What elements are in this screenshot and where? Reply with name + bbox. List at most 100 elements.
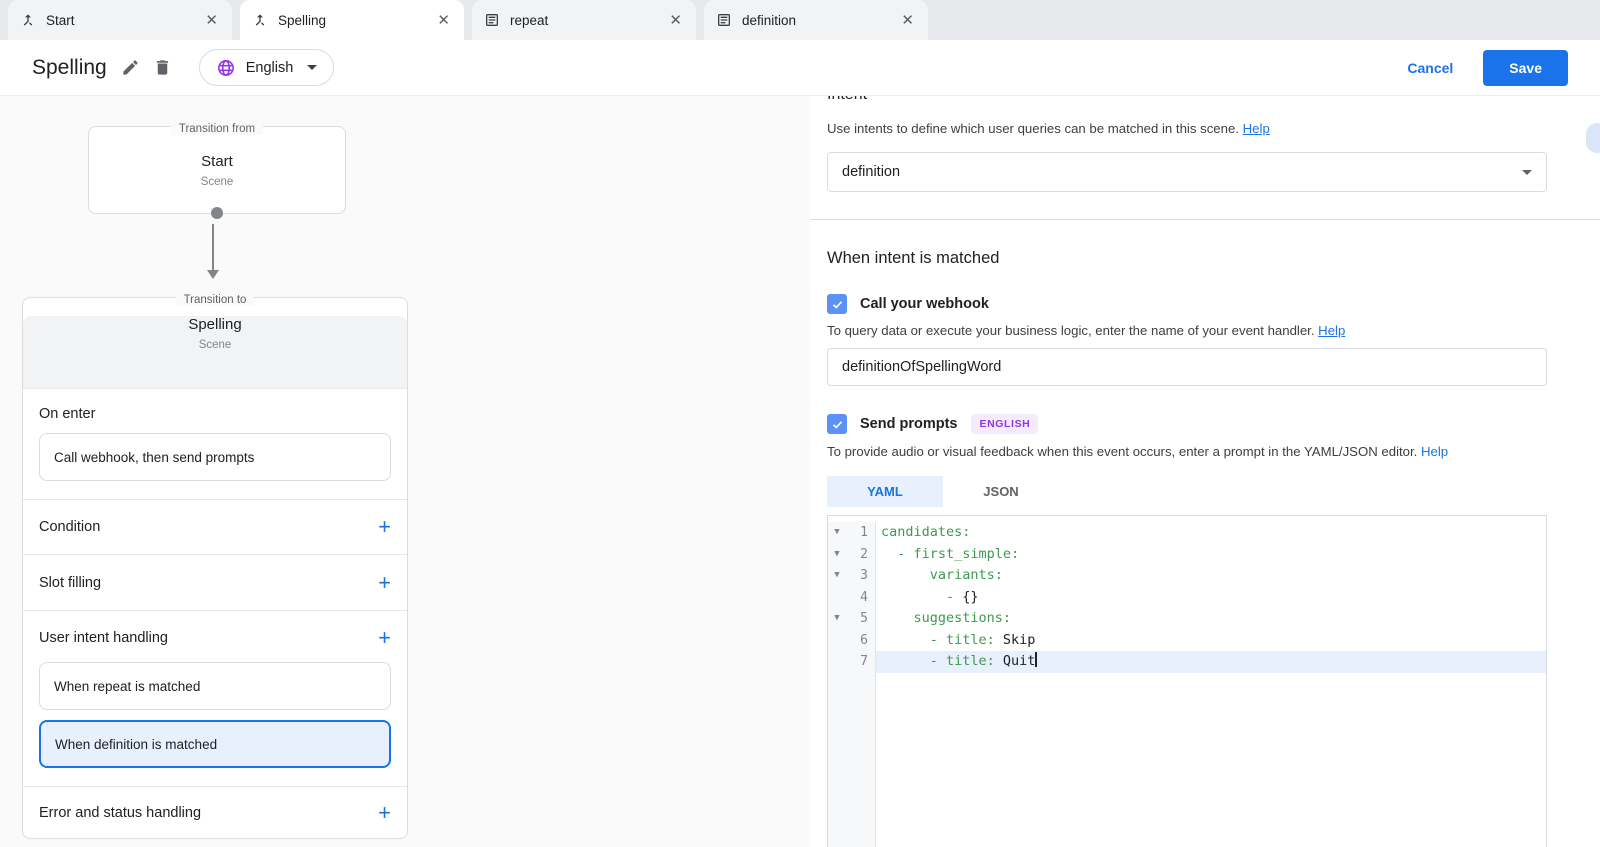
line-number: 4 — [846, 587, 876, 609]
chevron-down-icon — [1522, 170, 1532, 175]
tab-json[interactable]: JSON — [943, 476, 1059, 507]
editor-line-active[interactable]: 7 - title: Quit — [828, 651, 1546, 673]
on-enter-section: On enter Call webhook, then send prompts — [23, 389, 407, 500]
call-webhook-checkbox[interactable] — [827, 294, 847, 314]
intent-detail-panel: Intent Use intents to define which user … — [810, 96, 1600, 847]
tab-start[interactable]: Start ✕ — [8, 0, 232, 40]
editor-line[interactable]: 4 - {} — [828, 587, 1546, 609]
fold-arrow-icon[interactable]: ▼ — [828, 565, 846, 587]
call-webhook-label: Call your webhook — [860, 296, 989, 312]
error-handling-section: Error and status handling + — [23, 787, 407, 838]
editor-empty-area[interactable] — [828, 673, 1546, 847]
fold-arrow-icon[interactable]: ▼ — [828, 544, 846, 566]
transition-connector-dot[interactable] — [211, 207, 223, 219]
prompts-help-link[interactable]: Help — [1421, 444, 1448, 459]
call-webhook-row: Call your webhook — [827, 294, 1600, 314]
transition-arrow — [212, 224, 214, 270]
intent-select-value: definition — [842, 164, 1522, 180]
error-handling-label: Error and status handling — [39, 805, 201, 821]
scene-flow-icon — [252, 12, 268, 28]
scrollbar-thumb[interactable] — [1586, 123, 1600, 153]
text-cursor — [1035, 652, 1037, 667]
chevron-down-icon — [307, 65, 317, 70]
document-icon — [484, 12, 500, 28]
condition-section: Condition + — [23, 500, 407, 555]
yaml-editor[interactable]: ▼ 1 candidates: ▼ 2 - first_simple: ▼ 3 … — [827, 515, 1547, 847]
language-badge: ENGLISH — [971, 414, 1038, 434]
language-value: English — [246, 60, 294, 76]
add-intent-handler-button[interactable]: + — [378, 627, 391, 649]
close-icon[interactable]: ✕ — [899, 11, 916, 30]
add-condition-button[interactable]: + — [378, 516, 391, 538]
scene-type-label: Scene — [89, 176, 345, 188]
webhook-description: To query data or execute your business l… — [827, 323, 1600, 338]
editor-line[interactable]: ▼ 2 - first_simple: — [828, 544, 1546, 566]
editor-line[interactable]: ▼ 5 suggestions: — [828, 608, 1546, 630]
editor-line[interactable]: 6 - title: Skip — [828, 630, 1546, 652]
add-slot-button[interactable]: + — [378, 572, 391, 594]
handler-item-label: When definition is matched — [55, 737, 217, 752]
user-intent-label: User intent handling — [39, 630, 168, 646]
scene-card-header: Spelling Scene — [23, 316, 407, 389]
editor-line[interactable]: ▼ 3 variants: — [828, 565, 1546, 587]
tab-bar: Start ✕ Spelling ✕ repeat ✕ definition ✕ — [0, 0, 1600, 40]
webhook-help-link[interactable]: Help — [1318, 323, 1345, 338]
line-number: 1 — [846, 522, 876, 544]
event-handler-input[interactable] — [827, 348, 1547, 386]
handler-item-label: Call webhook, then send prompts — [54, 450, 254, 465]
editor-format-tabs: YAML JSON — [827, 476, 1600, 507]
line-number: 3 — [846, 565, 876, 587]
intent-heading-clipped: Intent — [827, 96, 1600, 106]
edit-icon[interactable] — [121, 58, 141, 78]
tab-label: Start — [46, 13, 203, 28]
line-number: 2 — [846, 544, 876, 566]
intent-select[interactable]: definition — [827, 152, 1547, 192]
save-button[interactable]: Save — [1483, 50, 1568, 86]
language-selector[interactable]: English — [199, 49, 335, 86]
transition-to-card[interactable]: Transition to Spelling Scene On enter Ca… — [22, 297, 408, 839]
tab-definition[interactable]: definition ✕ — [704, 0, 928, 40]
line-number: 6 — [846, 630, 876, 652]
when-intent-matched-heading: When intent is matched — [827, 249, 1600, 268]
send-prompts-checkbox[interactable] — [827, 414, 847, 434]
on-enter-handler-item[interactable]: Call webhook, then send prompts — [39, 433, 391, 481]
fold-arrow-icon[interactable]: ▼ — [828, 522, 846, 544]
tab-label: repeat — [510, 13, 667, 28]
transition-to-legend: Transition to — [23, 290, 407, 308]
scene-name: Spelling — [23, 316, 407, 333]
page-title: Spelling — [32, 56, 107, 80]
user-intent-section: User intent handling + When repeat is ma… — [23, 611, 407, 787]
tab-yaml[interactable]: YAML — [827, 476, 943, 507]
intent-handler-repeat[interactable]: When repeat is matched — [39, 662, 391, 710]
globe-icon — [216, 58, 236, 78]
tab-label: definition — [742, 13, 899, 28]
scene-type-label: Scene — [23, 339, 407, 351]
send-prompts-label: Send prompts — [860, 416, 957, 432]
send-prompts-row: Send prompts ENGLISH — [827, 414, 1600, 434]
close-icon[interactable]: ✕ — [667, 11, 684, 30]
cancel-button[interactable]: Cancel — [1407, 60, 1453, 76]
transition-from-card[interactable]: Transition from Start Scene — [88, 126, 346, 214]
section-divider — [810, 219, 1600, 220]
line-number: 5 — [846, 608, 876, 630]
prompts-description: To provide audio or visual feedback when… — [827, 444, 1600, 459]
close-icon[interactable]: ✕ — [435, 11, 452, 30]
fold-arrow-icon[interactable]: ▼ — [828, 608, 846, 630]
document-icon — [716, 12, 732, 28]
scene-flow-canvas: Transition from Start Scene Transition t… — [0, 96, 810, 847]
add-error-handler-button[interactable]: + — [378, 802, 391, 824]
line-number: 7 — [846, 651, 876, 673]
condition-label: Condition — [39, 519, 100, 535]
intent-description: Use intents to define which user queries… — [827, 121, 1600, 136]
tab-spelling[interactable]: Spelling ✕ — [240, 0, 464, 40]
intent-help-link[interactable]: Help — [1243, 121, 1270, 136]
scene-name: Start — [89, 153, 345, 170]
tab-repeat[interactable]: repeat ✕ — [472, 0, 696, 40]
handler-item-label: When repeat is matched — [54, 679, 200, 694]
scene-header: Spelling English Cancel Save — [0, 40, 1600, 96]
editor-line[interactable]: ▼ 1 candidates: — [828, 522, 1546, 544]
close-icon[interactable]: ✕ — [203, 11, 220, 30]
intent-handler-definition[interactable]: When definition is matched — [39, 720, 391, 768]
tab-label: Spelling — [278, 13, 435, 28]
delete-icon[interactable] — [153, 58, 173, 78]
